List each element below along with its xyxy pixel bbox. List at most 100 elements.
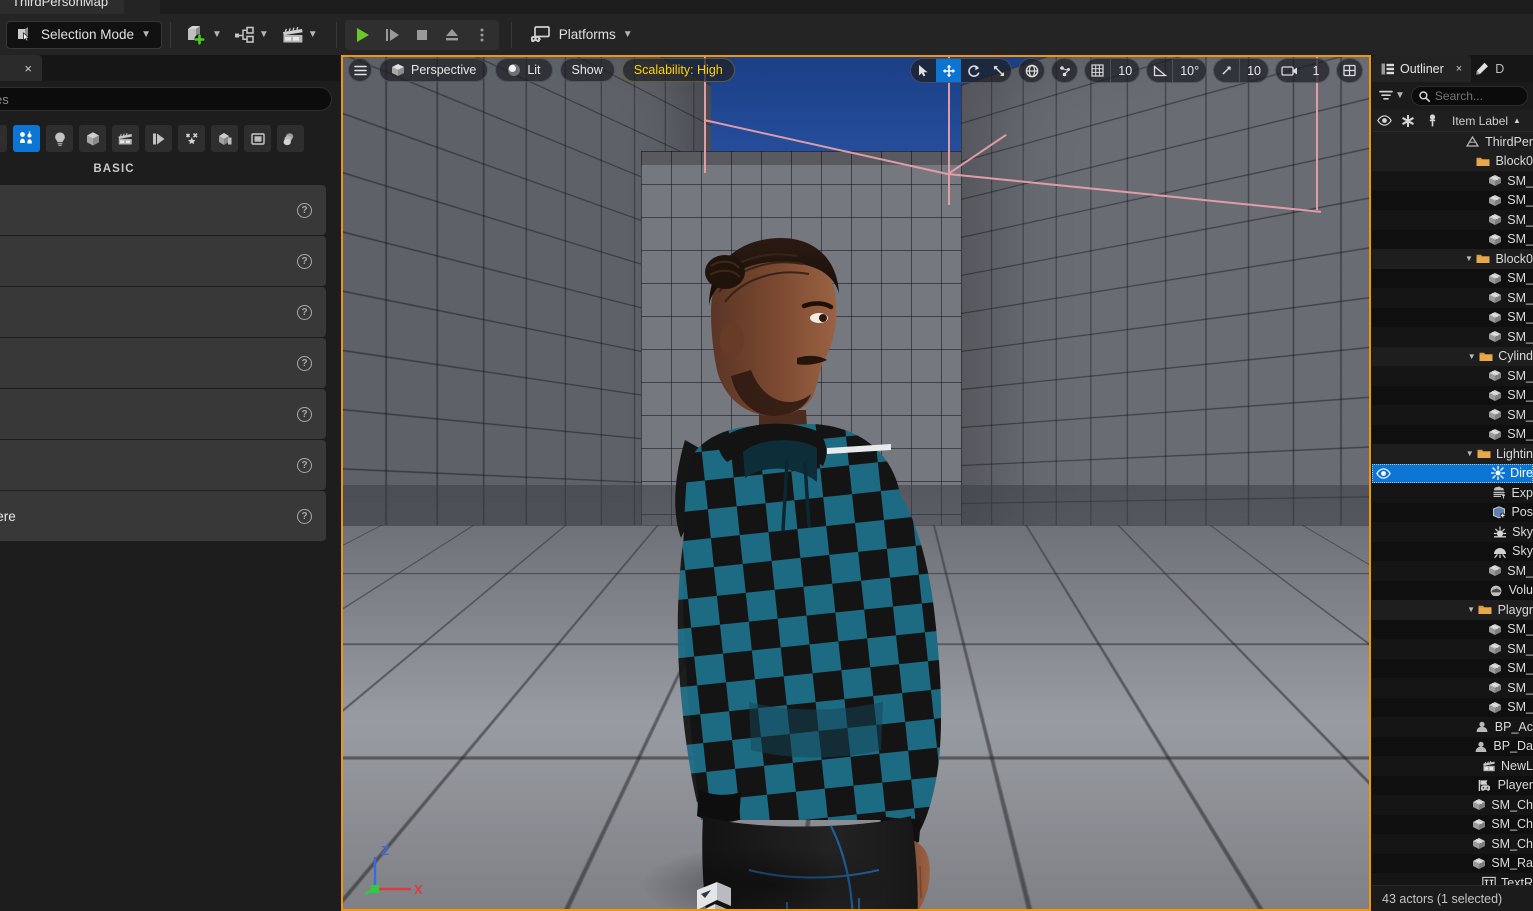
camera-speed-icon[interactable] (1276, 58, 1303, 83)
blueprints-button[interactable]: ▼ (228, 20, 275, 50)
stop-button[interactable] (407, 20, 437, 50)
place-actor-item[interactable]: ? (0, 185, 326, 235)
grid-snap-toggle[interactable] (1085, 58, 1110, 83)
column-visibility[interactable] (1372, 115, 1396, 126)
outliner-row[interactable]: Sky (1372, 542, 1533, 562)
outliner-row[interactable]: SM_ (1372, 269, 1533, 289)
angle-snap-toggle[interactable] (1147, 58, 1172, 83)
place-actors-tab[interactable]: × (0, 55, 42, 81)
outliner-row[interactable]: Sky (1372, 522, 1533, 542)
outliner-row[interactable]: SM_ (1372, 171, 1533, 191)
surface-snap-button[interactable] (1052, 58, 1077, 83)
help-icon[interactable]: ? (297, 305, 312, 320)
viewport-scalability-button[interactable]: Scalability: High (622, 58, 735, 82)
outliner-row[interactable]: ▼Block0 (1372, 249, 1533, 269)
level-viewport[interactable]: Perspective Lit Show Scalability: High (341, 55, 1371, 911)
play-options-button[interactable] (467, 20, 497, 50)
close-icon[interactable]: × (24, 61, 32, 76)
outliner-row[interactable]: SM_Ch (1372, 795, 1533, 815)
category-recently-placed[interactable] (277, 125, 304, 152)
scale-tool-button[interactable] (986, 58, 1011, 83)
play-button[interactable] (347, 20, 377, 50)
grid-snap-value[interactable]: 10 (1110, 58, 1139, 83)
scale-snap-toggle[interactable] (1214, 58, 1239, 83)
eject-button[interactable] (437, 20, 467, 50)
row-twirl-arrow[interactable]: ▼ (1466, 605, 1477, 614)
place-actor-item[interactable]: Light? (0, 338, 326, 388)
outliner-filter-button[interactable]: ▼ (1377, 90, 1407, 102)
help-icon[interactable]: ? (297, 509, 312, 524)
outliner-row[interactable]: SM_ (1372, 366, 1533, 386)
category-geometry[interactable] (211, 125, 238, 152)
outliner-row[interactable]: SM_ (1372, 678, 1533, 698)
place-actor-item[interactable]: r Box? (0, 440, 326, 490)
outliner-row[interactable]: SM_ (1372, 405, 1533, 425)
viewport-layout-button[interactable] (1337, 58, 1362, 83)
place-actor-item[interactable]: cter? (0, 236, 326, 286)
category-all-classes[interactable] (244, 125, 271, 152)
outliner-row[interactable]: BP_Da (1372, 737, 1533, 757)
cinematics-button[interactable]: ▼ (275, 20, 324, 50)
column-item-label[interactable]: Item Label ▲ (1444, 114, 1533, 128)
outliner-row[interactable]: ▼Cylind (1372, 347, 1533, 367)
angle-snap-value[interactable]: 10° (1172, 58, 1206, 83)
outliner-row[interactable]: SM_ (1372, 386, 1533, 406)
category-shapes[interactable] (79, 125, 106, 152)
column-favorite[interactable] (1396, 115, 1420, 127)
outliner-row[interactable]: SM_ (1372, 191, 1533, 211)
place-actor-item[interactable]: ? (0, 287, 326, 337)
outliner-row[interactable]: Pos (1372, 503, 1533, 523)
platforms-button[interactable]: Platforms ▼ (520, 20, 641, 50)
outliner-row[interactable]: SM_ (1372, 288, 1533, 308)
outliner-row[interactable]: SM_Ra (1372, 854, 1533, 874)
category-favorites[interactable] (0, 125, 7, 152)
outliner-row[interactable]: SM_ (1372, 230, 1533, 250)
selection-mode-button[interactable]: Selection Mode ▼ (6, 21, 162, 49)
close-icon[interactable]: × (1456, 63, 1462, 75)
outliner-row[interactable]: SM_ (1372, 327, 1533, 347)
outliner-row[interactable]: Exp (1372, 483, 1533, 503)
world-coordinate-button[interactable] (1019, 58, 1044, 83)
outliner-row[interactable]: SM_Ch (1372, 834, 1533, 854)
row-visibility-toggle[interactable] (1372, 468, 1394, 479)
category-basic[interactable] (13, 125, 40, 152)
category-volumes[interactable] (178, 125, 205, 152)
select-tool-button[interactable] (911, 58, 936, 83)
skip-frame-button[interactable] (377, 20, 407, 50)
outliner-row[interactable]: Player (1372, 776, 1533, 796)
outliner-row[interactable]: SM_ (1372, 659, 1533, 679)
scale-snap-value[interactable]: 10 (1239, 58, 1268, 83)
viewport-menu-button[interactable] (348, 58, 372, 82)
outliner-row[interactable]: Volu (1372, 581, 1533, 601)
outliner-tree[interactable]: ThirdPerBlock0SM_SM_SM_SM_▼Block0SM_SM_S… (1372, 132, 1533, 890)
category-cinematic[interactable] (112, 125, 139, 152)
outliner-row[interactable]: Dire (1372, 464, 1533, 484)
viewport-show-button[interactable]: Show (560, 58, 615, 82)
outliner-row[interactable]: SM_ (1372, 210, 1533, 230)
outliner-row[interactable]: Block0 (1372, 152, 1533, 172)
outliner-row[interactable]: ThirdPer (1372, 132, 1533, 152)
outliner-row[interactable]: NewL (1372, 756, 1533, 776)
outliner-row[interactable]: BP_Ac (1372, 717, 1533, 737)
category-visual-effects[interactable] (145, 125, 172, 152)
help-icon[interactable]: ? (297, 458, 312, 473)
row-twirl-arrow[interactable]: ▼ (1464, 449, 1475, 458)
outliner-row[interactable]: SM_ (1372, 561, 1533, 581)
place-actors-search-input[interactable]: es (0, 87, 332, 111)
camera-speed-value[interactable]: 1 (1303, 58, 1329, 83)
place-actor-item[interactable]: Start? (0, 389, 326, 439)
tab-outliner[interactable]: Outliner × (1372, 55, 1471, 82)
help-icon[interactable]: ? (297, 407, 312, 422)
row-twirl-arrow[interactable]: ▼ (1466, 352, 1477, 361)
rotate-tool-button[interactable] (961, 58, 986, 83)
place-actor-item[interactable]: r Sphere? (0, 491, 326, 541)
help-icon[interactable]: ? (297, 203, 312, 218)
viewport-camera-button[interactable]: Perspective (379, 58, 488, 82)
outliner-search-input[interactable]: Search... (1411, 86, 1528, 106)
outliner-row[interactable]: SM_ (1372, 425, 1533, 445)
outliner-row[interactable]: ▼Lightin (1372, 444, 1533, 464)
outliner-row[interactable]: SM_Ch (1372, 815, 1533, 835)
help-icon[interactable]: ? (297, 254, 312, 269)
outliner-row[interactable]: ▼Playgr (1372, 600, 1533, 620)
help-icon[interactable]: ? (297, 356, 312, 371)
